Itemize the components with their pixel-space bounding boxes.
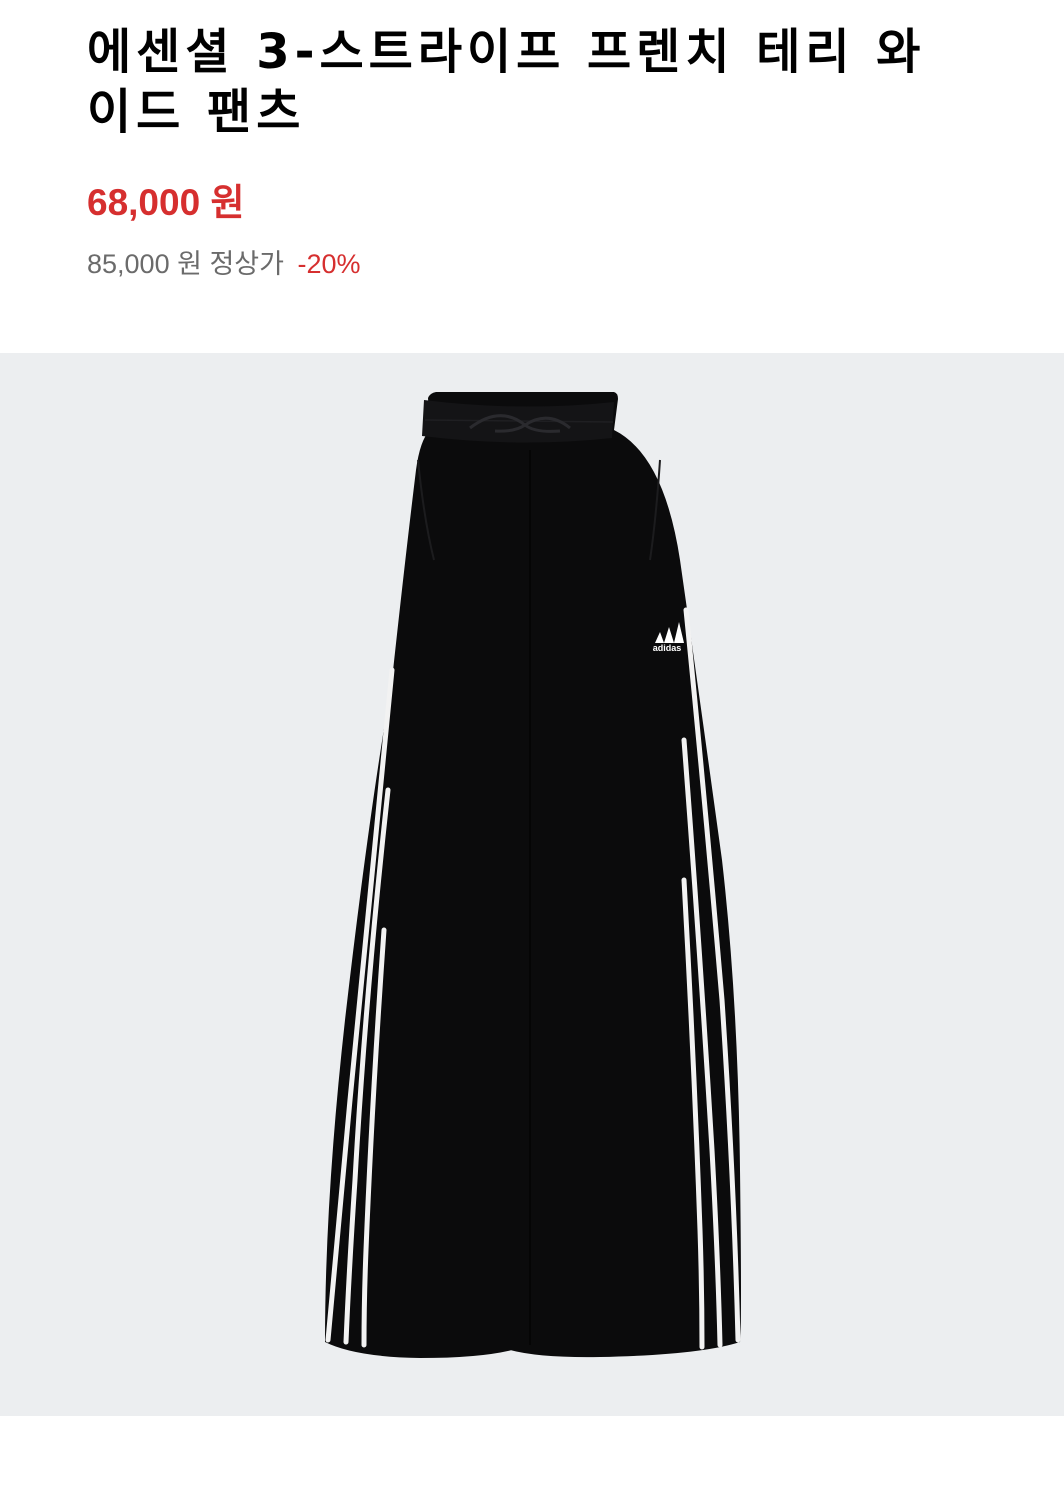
original-price-label: 정상가 [209, 249, 284, 279]
product-title-line-2: 이드 팬츠 [87, 84, 306, 140]
product-header: 에센셜 3-스트라이프 프렌치 테리 와 이드 팬츠 [87, 22, 987, 142]
product-title-line-1: 에센셜 3-스트라이프 프렌치 테리 와 [87, 24, 926, 80]
sale-price: 68,000 원 [87, 182, 245, 223]
adidas-logo-text: adidas [653, 643, 682, 653]
discount-badge: -20% [297, 249, 361, 279]
product-image[interactable]: adidas [0, 353, 1064, 1416]
pants-shape [325, 392, 741, 1358]
original-price: 85,000 원 [87, 249, 202, 279]
original-price-row: 85,000 원 정상가 -20% [87, 244, 361, 284]
product-title: 에센셜 3-스트라이프 프렌치 테리 와 이드 팬츠 [87, 22, 987, 142]
wide-pants-image: adidas [325, 392, 741, 1358]
